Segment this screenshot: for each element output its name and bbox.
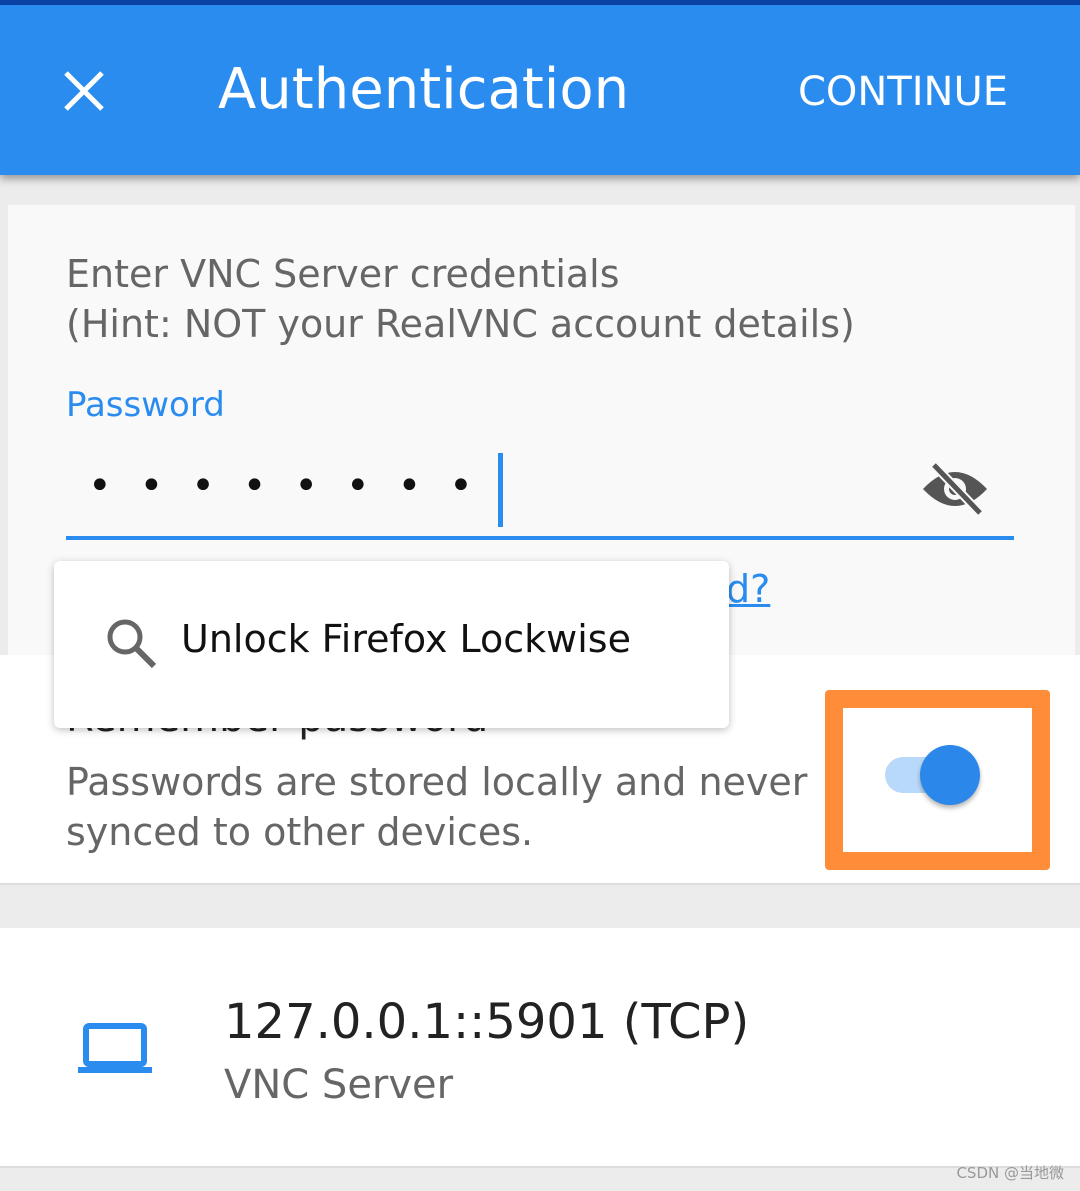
- watermark: CSDN @当地微: [956, 1164, 1064, 1182]
- remember-desc-1: Passwords are stored locally and never: [66, 760, 808, 804]
- app-bar: Authentication CONTINUE: [0, 5, 1080, 175]
- search-icon: [107, 619, 157, 669]
- password-mask: ••••••••: [88, 463, 501, 509]
- remember-desc-2: synced to other devices.: [66, 810, 534, 854]
- hint-line-2: (Hint: NOT your RealVNC account details): [66, 302, 855, 346]
- text-caret: [498, 453, 503, 527]
- autofill-label: Unlock Firefox Lockwise: [181, 617, 631, 661]
- forgot-password-link[interactable]: d?: [726, 567, 770, 611]
- page-title: Authentication: [218, 57, 630, 122]
- password-input[interactable]: ••••••••: [66, 445, 1014, 540]
- remember-desc: Passwords are stored locally and never sy…: [66, 757, 807, 857]
- eye-off-icon[interactable]: [920, 459, 990, 519]
- toggle-thumb: [920, 745, 980, 805]
- server-address: 127.0.0.1::5901 (TCP): [224, 994, 750, 1050]
- hint-text: Enter VNC Server credentials (Hint: NOT y…: [66, 249, 855, 349]
- close-icon[interactable]: [60, 67, 108, 115]
- server-item[interactable]: 127.0.0.1::5901 (TCP) VNC Server: [0, 928, 1080, 1168]
- password-label: Password: [66, 385, 225, 425]
- server-type: VNC Server: [224, 1062, 454, 1108]
- autofill-suggestion[interactable]: Unlock Firefox Lockwise: [54, 561, 729, 728]
- laptop-icon: [78, 1023, 152, 1073]
- hint-line-1: Enter VNC Server credentials: [66, 252, 620, 296]
- continue-button[interactable]: CONTINUE: [798, 69, 1008, 115]
- remember-password-toggle[interactable]: [885, 745, 985, 805]
